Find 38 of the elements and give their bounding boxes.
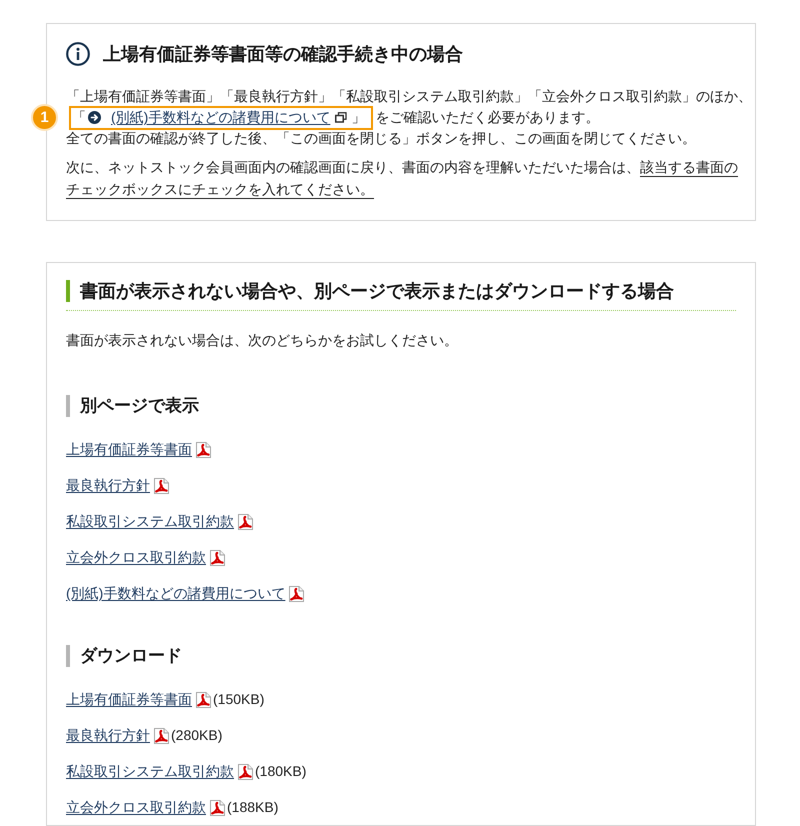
document-link[interactable]: 私設取引システム取引約款 bbox=[66, 761, 234, 782]
document-link[interactable]: 最良執行方針 bbox=[66, 725, 150, 746]
pdf-icon bbox=[237, 764, 253, 780]
document-link[interactable]: 上場有価証券等書面 bbox=[66, 439, 192, 460]
section-heading: 書面が表示されない場合や、別ページで表示またはダウンロードする場合 bbox=[66, 280, 736, 302]
file-size-text: (180KB) bbox=[255, 762, 306, 781]
document-link[interactable]: (別紙)手数料などの諸費用について bbox=[66, 583, 286, 604]
fee-document-link[interactable]: (別紙)手数料などの諸費用について bbox=[88, 107, 348, 128]
step-number-badge: 1 bbox=[31, 104, 58, 131]
document-link[interactable]: 私設取引システム取引約款 bbox=[66, 511, 234, 532]
subsection-heading: 別ページで表示 bbox=[66, 395, 736, 417]
description-text: 書面が表示されない場合は、次のどちらかをお試しください。 bbox=[66, 331, 459, 350]
document-link[interactable]: 上場有価証券等書面 bbox=[66, 689, 192, 710]
instruction-text: 「上場有価証券等書面」「最良執行方針」「私設取引システム取引約款」「立会外クロス取引約款」のほか、 bbox=[66, 87, 746, 106]
pdf-icon bbox=[288, 586, 304, 602]
instruction-text: 次に、ネットストック会員画面内の確認画面に戻り、書面の内容を理解いただいた場合は、該当する書面のチェックボックスにチェックを入れてください。 bbox=[66, 158, 739, 199]
instruction-text: をご確認いただく必要があります。 bbox=[375, 108, 600, 127]
instruction-text: 全ての書面の確認が終了した後、「この画面を閉じる」ボタンを押し、この画面を閉じてください。 bbox=[66, 129, 697, 148]
arrow-icon bbox=[88, 111, 101, 124]
file-size-text: (150KB) bbox=[213, 690, 264, 709]
new-window-icon bbox=[335, 112, 348, 123]
pdf-icon bbox=[195, 442, 211, 458]
pdf-icon bbox=[195, 692, 211, 708]
document-link[interactable]: 最良執行方針 bbox=[66, 475, 150, 496]
bracket-text: 「 bbox=[72, 108, 86, 127]
file-size-text: (280KB) bbox=[171, 726, 222, 745]
document-link[interactable]: 立会外クロス取引約款 bbox=[66, 547, 206, 568]
bracket-text: 」 bbox=[351, 108, 366, 127]
notice-title: 上場有価証券等書面等の確認手続き中の場合 bbox=[103, 43, 463, 66]
info-icon bbox=[66, 42, 90, 66]
pdf-icon bbox=[209, 550, 225, 566]
pdf-icon bbox=[209, 800, 225, 816]
pdf-icon bbox=[153, 478, 169, 494]
subsection-heading: ダウンロード bbox=[66, 645, 736, 667]
file-size-text: (188KB) bbox=[227, 798, 278, 817]
pdf-icon bbox=[153, 728, 169, 744]
document-link[interactable]: 立会外クロス取引約款 bbox=[66, 797, 206, 818]
pdf-icon bbox=[237, 514, 253, 530]
